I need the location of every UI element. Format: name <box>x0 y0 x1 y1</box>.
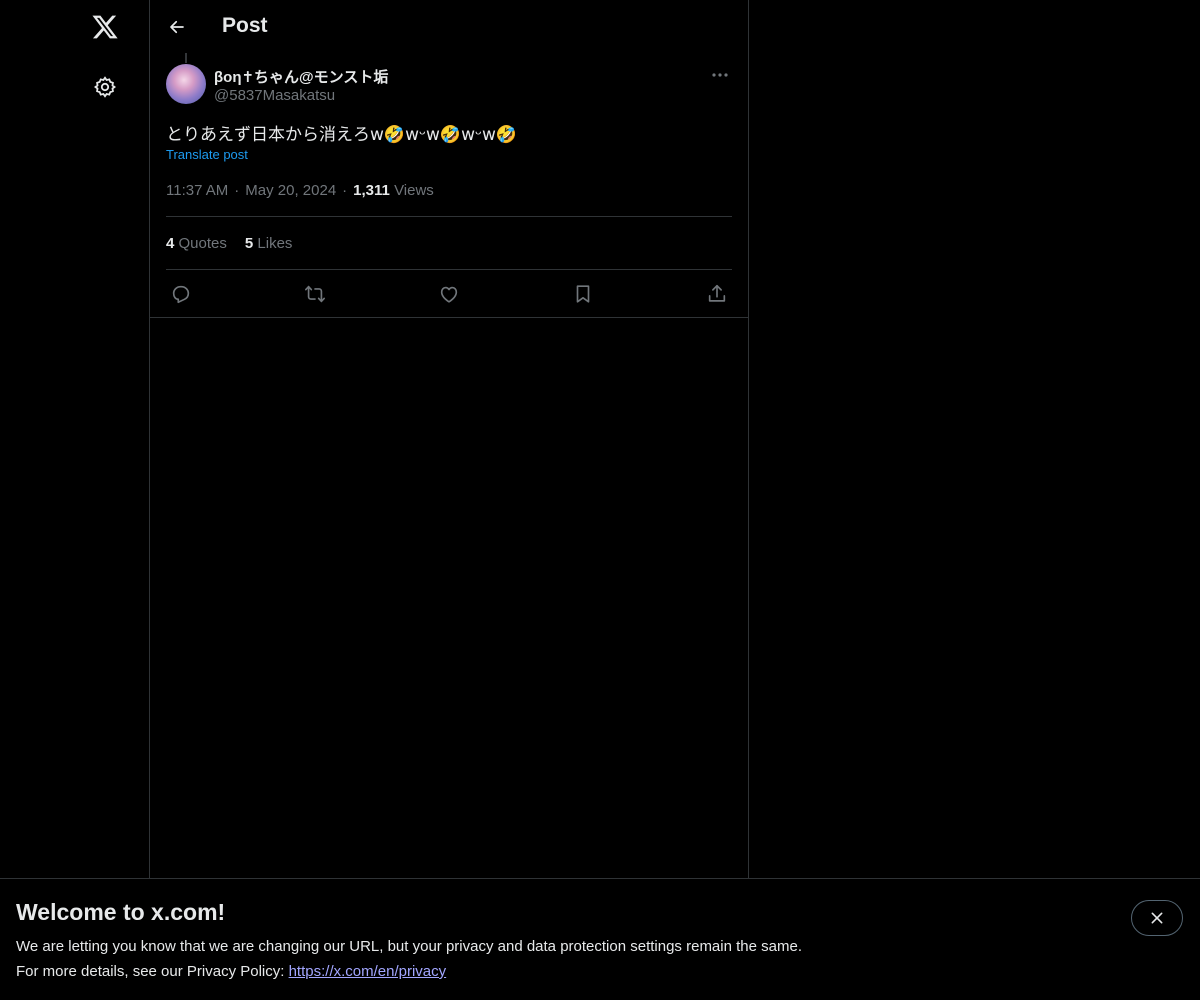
likes-count: 5 <box>244 235 254 252</box>
more-horizontal-icon <box>712 73 728 77</box>
separator: · <box>234 182 240 199</box>
repost-button[interactable] <box>300 279 330 309</box>
post-text: とりあえず日本から消えろw🤣wᵕw🤣wᵕw🤣 <box>166 125 518 145</box>
author-display-name[interactable]: βοη✝ちゃん@モンスト垢 <box>214 66 388 87</box>
close-icon <box>1151 912 1163 924</box>
gear-icon[interactable] <box>88 70 122 104</box>
privacy-policy-link[interactable]: https://x.com/en/privacy <box>289 963 447 980</box>
thread-line <box>185 53 187 63</box>
more-button[interactable] <box>708 64 732 86</box>
like-button[interactable] <box>434 279 464 309</box>
views-label: Views <box>394 182 434 199</box>
quotes-label: Quotes <box>178 235 227 252</box>
avatar[interactable] <box>166 64 206 104</box>
likes-stat[interactable]: 5 Likes <box>245 235 293 252</box>
bookmark-button[interactable] <box>568 279 598 309</box>
post-meta: 11:37 AM · May 20, 2024 · 1,311 Views <box>166 182 434 199</box>
main-column: Post βοη✝ちゃん@モンスト垢 @5837Masakatsu とりあえず日… <box>149 0 749 878</box>
likes-label: Likes <box>257 235 293 252</box>
arrow-left-icon <box>170 20 184 34</box>
post-date[interactable]: May 20, 2024 <box>245 182 336 199</box>
divider <box>166 216 732 217</box>
heart-icon <box>440 286 458 303</box>
share-button[interactable] <box>702 279 732 309</box>
divider <box>166 269 732 270</box>
banner-message: We are letting you know that we are chan… <box>16 938 802 955</box>
banner-title: Welcome to x.com! <box>16 899 226 925</box>
reply-button[interactable] <box>166 279 196 309</box>
back-button[interactable] <box>162 12 192 42</box>
action-bar <box>166 279 732 309</box>
views-count: 1,311 <box>353 182 390 199</box>
author-handle[interactable]: @5837Masakatsu <box>214 87 335 104</box>
post-time[interactable]: 11:37 AM <box>166 182 228 199</box>
banner-close-button[interactable] <box>1131 900 1183 936</box>
quotes-count: 4 <box>166 235 175 252</box>
page-title: Post <box>222 14 268 37</box>
reply-icon <box>172 285 190 304</box>
app-root: Post βοη✝ちゃん@モンスト垢 @5837Masakatsu とりあえず日… <box>0 0 1200 1000</box>
divider <box>150 317 748 318</box>
translate-post-link[interactable]: Translate post <box>166 147 248 162</box>
welcome-banner: Welcome to x.com! We are letting you kno… <box>0 878 1200 1000</box>
share-icon <box>708 284 726 302</box>
page-header: Post <box>150 0 748 53</box>
separator: · <box>342 182 348 199</box>
bookmark-icon <box>576 285 590 303</box>
x-logo-icon[interactable] <box>88 10 122 44</box>
post-stats: 4 Quotes 5 Likes <box>166 235 310 252</box>
left-nav <box>0 0 150 1000</box>
quotes-stat[interactable]: 4 Quotes <box>166 235 227 252</box>
repost-icon <box>305 285 325 303</box>
banner-details-text: For more details, see our Privacy Policy… <box>16 963 289 980</box>
banner-details: For more details, see our Privacy Policy… <box>16 963 446 980</box>
